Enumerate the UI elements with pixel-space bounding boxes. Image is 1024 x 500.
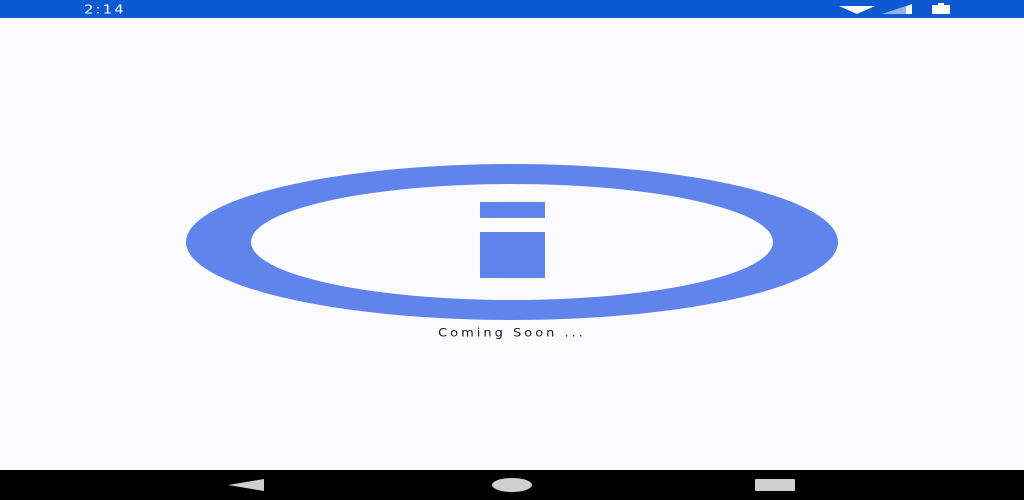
back-icon[interactable] [224, 470, 268, 500]
home-icon[interactable] [490, 470, 534, 500]
status-time: 2:14 [84, 1, 126, 17]
wifi-icon [839, 6, 875, 14]
navigation-bar [0, 470, 1024, 500]
recents-icon[interactable] [752, 470, 798, 500]
coming-soon-message: Coming Soon ... [438, 326, 586, 341]
info-icon [186, 164, 838, 320]
status-bar: 2:14 [0, 0, 1024, 18]
main-content [0, 18, 1024, 470]
battery-icon [932, 3, 950, 14]
signal-icon [882, 4, 912, 14]
